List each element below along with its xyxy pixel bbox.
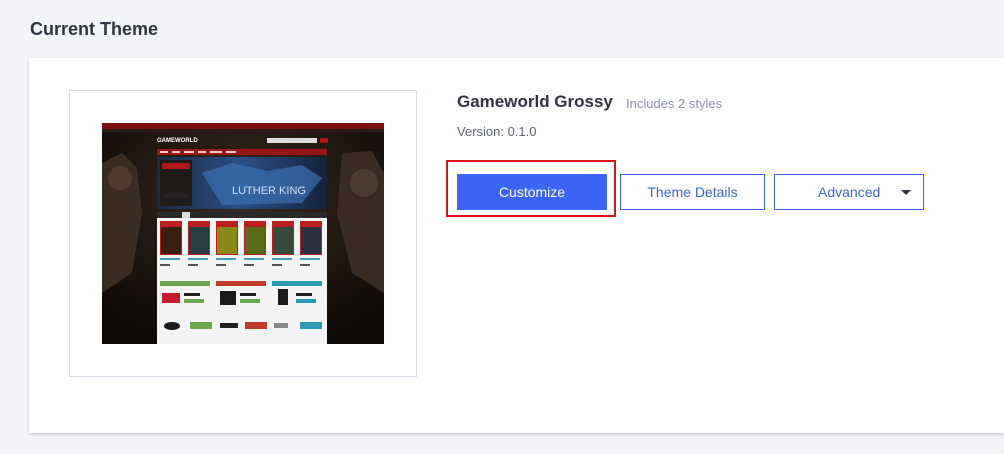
chevron-down-icon [901, 190, 911, 195]
theme-name: Gameworld Grossy [457, 92, 613, 111]
preview-banner-text: LUTHER KING [232, 185, 306, 197]
advanced-label: Advanced [818, 184, 881, 200]
advanced-dropdown-button[interactable]: Advanced [774, 174, 924, 210]
theme-preview-illustration: GAMEWORLD LUTHER KING [102, 123, 384, 344]
current-theme-card: GAMEWORLD LUTHER KING Gameworld Grossy I… [29, 58, 1004, 433]
theme-version: Version: 0.1.0 [457, 124, 537, 139]
preview-logo: GAMEWORLD [157, 138, 198, 144]
customize-button[interactable]: Customize [457, 174, 607, 210]
theme-preview-frame: GAMEWORLD LUTHER KING [69, 90, 417, 377]
theme-styles-note: Includes 2 styles [626, 96, 723, 111]
section-title: Current Theme [30, 19, 159, 39]
theme-preview-image: GAMEWORLD LUTHER KING [102, 123, 384, 344]
theme-details-button[interactable]: Theme Details [620, 174, 765, 210]
